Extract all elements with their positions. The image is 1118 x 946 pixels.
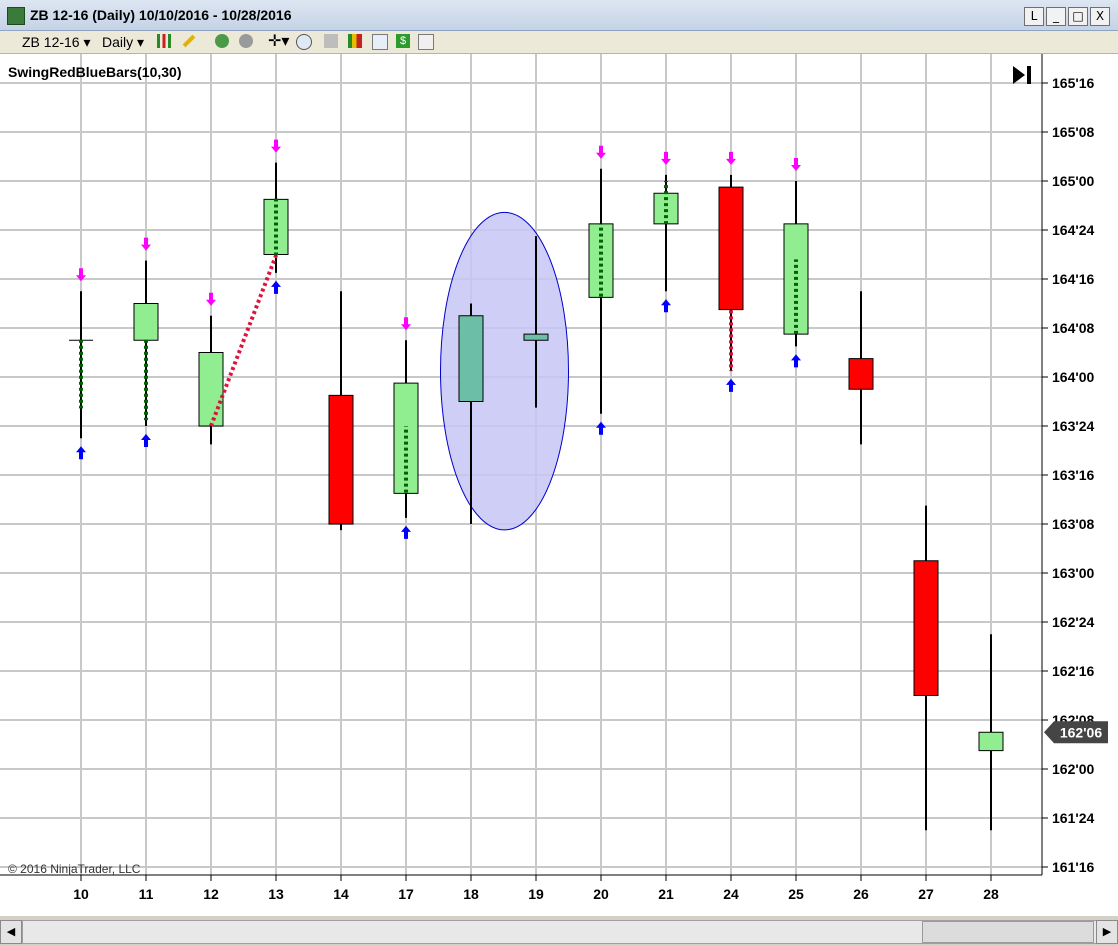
y-axis-tick-label: 163'00 xyxy=(1052,565,1094,581)
chevron-down-icon: ▾ xyxy=(83,34,91,50)
candle-body xyxy=(198,352,224,427)
bar-style-icon[interactable] xyxy=(157,34,171,48)
scroll-left-icon[interactable]: ◀ xyxy=(0,920,22,944)
x-axis-tick-label: 17 xyxy=(398,886,414,902)
arrow-shaft xyxy=(79,268,83,277)
indicator-icon[interactable] xyxy=(215,34,229,48)
arrow-shaft xyxy=(79,451,83,460)
y-axis-tick-label: 162'16 xyxy=(1052,663,1094,679)
arrow-shaft xyxy=(664,151,668,160)
period-selector[interactable]: Daily ▾ xyxy=(102,33,144,51)
arrow-shaft xyxy=(209,292,213,301)
arrow-shaft xyxy=(144,439,148,447)
x-axis-tick-label: 21 xyxy=(658,886,674,902)
x-axis-tick-label: 24 xyxy=(723,886,739,902)
y-axis-tick-label: 164'00 xyxy=(1052,369,1094,385)
indicator-label: SwingRedBlueBars(10,30) xyxy=(8,64,182,80)
chart-toolbar: ZB 12-16 ▾ Daily ▾ ✛▾ $ xyxy=(0,31,1118,54)
jump-bar xyxy=(1027,66,1031,84)
y-axis-tick-label: 161'24 xyxy=(1052,810,1094,826)
chart-background xyxy=(0,54,1118,916)
y-axis-tick-label: 163'16 xyxy=(1052,467,1094,483)
price-chart[interactable]: 165'16 165'08 165'00 164'24 164'16 164'08 164'… xyxy=(0,54,1118,916)
candle-body xyxy=(523,333,549,341)
current-price-label: 162'06 xyxy=(1060,724,1102,740)
y-axis-tick-label: 165'00 xyxy=(1052,173,1094,189)
arrow-shaft xyxy=(794,158,798,166)
scroll-right-icon[interactable]: ▶ xyxy=(1096,920,1118,944)
instrument-selector[interactable]: ZB 12-16 ▾ xyxy=(22,33,91,51)
y-axis-tick-label: 164'08 xyxy=(1052,320,1094,336)
x-axis-tick-label: 28 xyxy=(983,886,999,902)
minimize-button[interactable]: _ xyxy=(1046,7,1066,26)
draw-tool-icon[interactable] xyxy=(182,34,196,48)
horizontal-scrollbar[interactable]: ◀ ▶ xyxy=(0,916,1118,946)
chart-panel[interactable]: 165'16 165'08 165'00 164'24 164'16 164'08 164'… xyxy=(0,54,1118,916)
y-axis-tick-label: 162'24 xyxy=(1052,614,1094,630)
chevron-down-icon: ▾ xyxy=(137,34,145,50)
candle-body xyxy=(913,560,939,696)
arrow-shaft xyxy=(404,317,408,326)
candle-body xyxy=(978,731,1004,752)
arrow-shaft xyxy=(404,530,408,539)
y-axis-tick-label: 164'16 xyxy=(1052,271,1094,287)
candle-body xyxy=(458,315,484,402)
arrow-shaft xyxy=(729,151,733,160)
arrow-shaft xyxy=(729,383,733,392)
candle-body xyxy=(263,198,289,256)
period-label: Daily xyxy=(102,34,134,50)
x-axis-tick-label: 14 xyxy=(333,886,349,902)
x-axis-tick-label: 25 xyxy=(788,886,804,902)
y-axis-tick-label: 162'00 xyxy=(1052,761,1094,777)
y-axis-tick-label: 163'08 xyxy=(1052,516,1094,532)
y-axis-tick-label: 165'08 xyxy=(1052,124,1094,140)
window-title-bar: ZB 12-16 (Daily) 10/10/2016 - 10/28/2016… xyxy=(0,0,1118,31)
x-axis-tick-label: 19 xyxy=(528,886,544,902)
arrow-shaft xyxy=(599,426,603,435)
x-axis-tick-label: 11 xyxy=(139,886,154,902)
link-button[interactable]: L xyxy=(1024,7,1044,26)
candle-body xyxy=(718,186,744,311)
chart-icon[interactable] xyxy=(348,34,362,48)
window-icon[interactable] xyxy=(418,34,434,50)
instrument-label: ZB 12-16 xyxy=(22,34,80,50)
window-title: ZB 12-16 (Daily) 10/10/2016 - 10/28/2016 xyxy=(30,7,292,23)
x-axis-tick-label: 27 xyxy=(918,886,934,902)
y-axis-tick-label: 161'16 xyxy=(1052,859,1094,875)
properties-icon[interactable] xyxy=(324,34,338,48)
candle-body xyxy=(848,358,874,390)
x-axis-tick-label: 12 xyxy=(203,886,219,902)
x-axis-tick-label: 10 xyxy=(73,886,89,902)
arrow-shaft xyxy=(599,145,603,154)
x-axis-tick-label: 20 xyxy=(593,886,609,902)
strategy-icon[interactable] xyxy=(239,34,253,48)
x-axis-tick-label: 18 xyxy=(463,886,479,902)
arrow-shaft xyxy=(274,139,278,148)
data-icon[interactable] xyxy=(372,34,388,50)
copyright-text: © 2016 NinjaTrader, LLC xyxy=(8,862,141,876)
chart-app-icon xyxy=(7,7,25,25)
scroll-thumb[interactable] xyxy=(922,921,1094,943)
y-axis-tick-label: 164'24 xyxy=(1052,222,1094,238)
x-axis-tick-label: 13 xyxy=(268,886,284,902)
arrow-shaft xyxy=(794,359,798,368)
close-button[interactable]: X xyxy=(1090,7,1110,26)
maximize-button[interactable]: □ xyxy=(1068,7,1088,26)
crosshair-icon[interactable]: ✛▾ xyxy=(268,33,289,51)
x-axis-tick-label: 26 xyxy=(853,886,869,902)
candle-body xyxy=(328,394,354,525)
y-axis-tick-label: 165'16 xyxy=(1052,75,1094,91)
y-axis-tick-label: 163'24 xyxy=(1052,418,1094,434)
candle-body xyxy=(133,303,159,341)
arrow-shaft xyxy=(144,237,148,246)
arrow-shaft xyxy=(664,304,668,313)
arrow-shaft xyxy=(274,285,278,294)
dollar-icon[interactable]: $ xyxy=(396,34,410,48)
zoom-icon[interactable] xyxy=(296,34,312,50)
